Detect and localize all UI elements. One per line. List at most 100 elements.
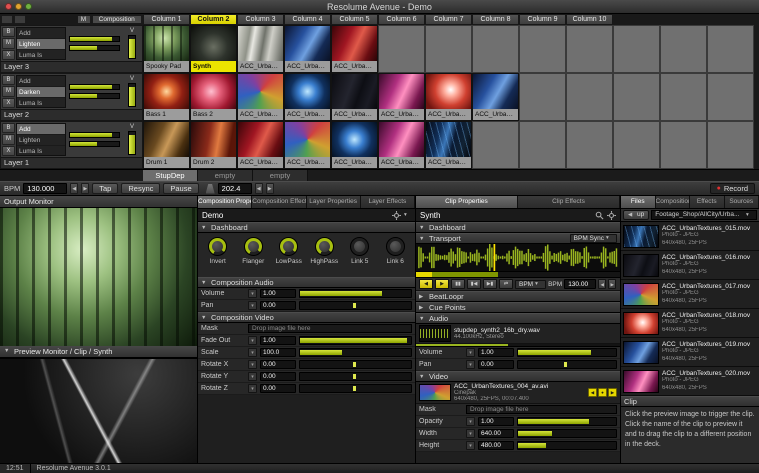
clip-thumbnail[interactable] <box>332 26 377 61</box>
clip-thumbnail[interactable] <box>191 74 236 109</box>
gear-icon[interactable] <box>607 211 616 220</box>
composition-audio-volume-value[interactable]: 1.00 <box>260 289 296 298</box>
column-header-column-1[interactable]: Column 1 <box>143 14 190 25</box>
clip-cell[interactable]: ACC_UrbanTextures... <box>331 121 378 169</box>
clip-video-height-slider[interactable] <box>517 441 617 450</box>
clip-name[interactable]: ACC_UrbanTextures... <box>285 157 330 168</box>
layer-x-button[interactable]: X <box>2 50 15 60</box>
layer-m-button[interactable]: M <box>2 134 15 144</box>
clip-cell[interactable]: ACC_UrbanTextures... <box>331 25 378 73</box>
file-item[interactable]: ACC_UrbanTextures_015.movPhoto - JPEG640… <box>621 222 759 251</box>
layer-x-button[interactable]: X <box>2 98 15 108</box>
clip-tab-clip-properties[interactable]: Clip Properties <box>416 196 518 208</box>
beat-counter-value[interactable]: 202.4 <box>218 183 252 194</box>
empty-clip-slot[interactable] <box>566 73 613 121</box>
clip-cell[interactable]: ACC_UrbanTextures... <box>237 73 284 121</box>
composition-tab-composition-properties[interactable]: Composition Properties <box>198 196 252 208</box>
empty-clip-slot[interactable] <box>707 25 754 73</box>
deck-tab-stupdep[interactable]: StupDep <box>143 170 198 181</box>
metronome-icon[interactable] <box>206 184 215 194</box>
composition-video-section-header[interactable]: ▼ Composition Video <box>198 312 415 323</box>
composition-video-rotate-z-value[interactable]: 0.00 <box>260 384 296 393</box>
blend-mode-option[interactable]: Luma Is <box>17 50 65 60</box>
clip-audio-pan-value[interactable]: 0.00 <box>478 360 514 369</box>
file-thumbnail[interactable] <box>623 254 659 277</box>
deck-tab-empty[interactable]: empty <box>198 170 253 181</box>
clip-name[interactable]: ACC_UrbanTextures... <box>238 61 283 72</box>
goto-start-button[interactable]: ▮◀ <box>467 279 481 289</box>
video-file-row[interactable]: ACC_UrbanTextures_004_av.avi Cinepak 640… <box>416 382 620 404</box>
composition-header[interactable]: Composition <box>92 15 143 24</box>
dashboard-knob-link-6[interactable] <box>386 237 405 256</box>
clip-thumbnail[interactable] <box>191 122 236 157</box>
corner-button[interactable] <box>14 15 26 24</box>
clip-name[interactable]: ACC_UrbanTextures... <box>426 109 471 120</box>
clip-tab-clip-effects[interactable]: Clip Effects <box>518 196 620 208</box>
browser-tab-effects[interactable]: Effects <box>690 196 725 208</box>
composition-video-scale-value[interactable]: 100.0 <box>260 348 296 357</box>
clip-name[interactable]: ACC_UrbanTextures... <box>332 157 377 168</box>
beatloopr-section-header[interactable]: ▶ BeatLoopr <box>416 291 620 302</box>
blend-mode-option[interactable]: Add <box>17 124 65 135</box>
layer-slider[interactable] <box>69 84 120 90</box>
clip-thumbnail[interactable] <box>144 122 189 157</box>
param-automation-dropdown[interactable]: ▾ <box>466 417 475 426</box>
clip-thumbnail[interactable] <box>238 74 283 109</box>
blend-mode-option[interactable]: Add <box>17 28 65 39</box>
clip-name[interactable]: ACC_UrbanTextures... <box>426 157 471 168</box>
clip-cell[interactable]: Synth <box>190 25 237 73</box>
composition-video-rotate-x-slider[interactable] <box>299 360 412 369</box>
empty-clip-slot[interactable] <box>425 25 472 73</box>
clip-name[interactable]: ACC_UrbanTextures... <box>379 109 424 120</box>
waveform-display[interactable] <box>416 244 620 272</box>
clip-name[interactable]: ACC_UrbanTextures... <box>285 109 330 120</box>
file-thumbnail[interactable] <box>623 312 659 335</box>
clip-name[interactable]: ACC_UrbanTextures... <box>332 61 377 72</box>
layer-b-button[interactable]: B <box>2 75 15 85</box>
layer-opacity-slider[interactable] <box>128 131 136 155</box>
column-header-column-5[interactable]: Column 5 <box>331 14 378 25</box>
clip-video-opacity-slider[interactable] <box>517 417 617 426</box>
empty-clip-slot[interactable] <box>613 73 660 121</box>
clip-name[interactable]: Drum 1 <box>144 157 189 168</box>
chevron-down-icon[interactable]: ▾ <box>404 212 411 218</box>
blend-mode-option[interactable]: Luma Is <box>17 98 65 108</box>
dashboard-knob-lowpass[interactable] <box>279 237 298 256</box>
clip-name[interactable]: ACC_UrbanTextures... <box>285 61 330 72</box>
clip-thumbnail[interactable] <box>426 122 471 157</box>
tap-button[interactable]: Tap <box>92 183 118 194</box>
counter-decrease-button[interactable]: ◀ <box>255 183 263 194</box>
dashboard-knob-highpass[interactable] <box>315 237 334 256</box>
clip-thumbnail[interactable] <box>285 122 330 157</box>
empty-clip-slot[interactable] <box>707 121 754 169</box>
clip-thumbnail[interactable] <box>238 26 283 61</box>
file-item[interactable]: ACC_UrbanTextures_017.movPhoto - JPEG640… <box>621 280 759 309</box>
bpm-value[interactable]: 130.000 <box>23 183 67 194</box>
composition-video-scale-slider[interactable] <box>299 348 412 357</box>
column-header-column-6[interactable]: Column 6 <box>378 14 425 25</box>
empty-clip-slot[interactable] <box>519 25 566 73</box>
clip-audio-volume-value[interactable]: 1.00 <box>478 348 514 357</box>
column-header-column-2[interactable]: Column 2 <box>190 14 237 25</box>
composition-tab-layer-effects[interactable]: Layer Effects <box>361 196 415 208</box>
file-item[interactable]: ACC_UrbanTextures_018.movPhoto - JPEG640… <box>621 309 759 338</box>
clip-thumbnail[interactable] <box>238 122 283 157</box>
clip-thumbnail[interactable] <box>332 74 377 109</box>
empty-clip-slot[interactable] <box>660 73 707 121</box>
clip-thumbnail[interactable] <box>332 122 377 157</box>
composition-audio-section-header[interactable]: ▼ Composition Audio <box>198 277 415 288</box>
param-automation-dropdown[interactable]: ▾ <box>248 360 257 369</box>
clip-thumbnail[interactable] <box>191 26 236 61</box>
clip-bpm-value[interactable]: 130.00 <box>564 279 596 289</box>
dashboard-knob-link-5[interactable] <box>350 237 369 256</box>
clip-bpm-decrease-button[interactable]: ◀ <box>598 279 606 289</box>
cue-points-section-header[interactable]: ▶ Cue Points <box>416 302 620 313</box>
param-automation-dropdown[interactable]: ▾ <box>248 384 257 393</box>
empty-clip-slot[interactable] <box>707 73 754 121</box>
empty-clip-slot[interactable] <box>472 121 519 169</box>
audio-file-row[interactable]: stupdep_synth2_16b_dry.wav 44.100kHz, St… <box>416 324 620 344</box>
bpm-increase-button[interactable]: ▶ <box>81 183 89 194</box>
dashboard-section-header[interactable]: ▼ Dashboard <box>198 222 415 233</box>
layer-name[interactable]: Layer 3 <box>1 61 142 72</box>
file-item[interactable]: ACC_UrbanTextures_019.movPhoto - JPEG640… <box>621 338 759 367</box>
